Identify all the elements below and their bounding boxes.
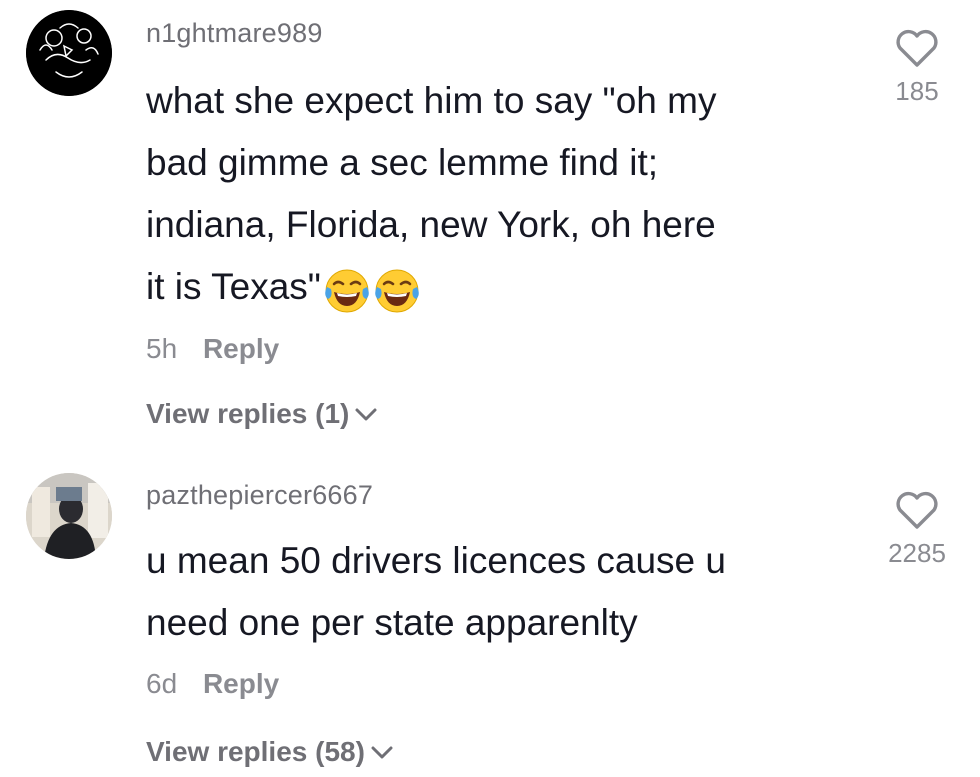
comment-text: what she expect him to say "oh my bad gi… xyxy=(146,70,846,320)
comment-username[interactable]: n1ghtmare989 xyxy=(146,18,323,49)
comment-text-line: u mean 50 drivers licences cause u xyxy=(146,540,726,581)
face-with-tears-of-joy-icon xyxy=(325,269,369,313)
comment-item: n1ghtmare989 what she expect him to say … xyxy=(0,0,980,450)
face-with-tears-of-joy-icon xyxy=(375,269,419,313)
comment-username[interactable]: pazthepiercer6667 xyxy=(146,480,373,511)
view-replies-button[interactable]: View replies (1) xyxy=(146,398,379,430)
heart-icon xyxy=(896,491,938,529)
avatar[interactable] xyxy=(26,10,112,96)
view-replies-label: View replies (58) xyxy=(146,736,365,767)
view-replies-button[interactable]: View replies (58) xyxy=(146,736,395,768)
avatar-drawing-icon xyxy=(26,10,112,96)
emoji-group xyxy=(323,258,423,320)
like-button[interactable]: 185 xyxy=(867,28,967,107)
comment-text-line: need one per state apparenlty xyxy=(146,602,638,643)
comment-meta: 6d Reply xyxy=(146,668,279,700)
view-replies-label: View replies (1) xyxy=(146,398,350,429)
like-count: 185 xyxy=(895,76,939,106)
comment-text-line: indiana, Florida, new York, oh here xyxy=(146,204,716,245)
comment-text-line: it is Texas" xyxy=(146,266,321,307)
chevron-down-icon xyxy=(355,408,377,421)
like-button[interactable]: 2285 xyxy=(867,490,967,569)
comment-timestamp: 5h xyxy=(146,333,178,364)
reply-button[interactable]: Reply xyxy=(203,333,279,364)
comment-text: u mean 50 drivers licences cause u need … xyxy=(146,530,846,654)
reply-button[interactable]: Reply xyxy=(203,668,279,699)
like-count: 2285 xyxy=(888,538,946,568)
chevron-down-icon xyxy=(371,746,393,759)
comment-text-line: what she expect him to say "oh my xyxy=(146,80,717,121)
avatar[interactable] xyxy=(26,473,112,559)
comment-meta: 5h Reply xyxy=(146,333,279,365)
avatar-photo-icon xyxy=(26,473,112,559)
heart-icon xyxy=(896,29,938,67)
comment-text-line: bad gimme a sec lemme find it; xyxy=(146,142,659,183)
comment-timestamp: 6d xyxy=(146,668,178,699)
comment-item: pazthepiercer6667 u mean 50 drivers lice… xyxy=(0,450,980,777)
